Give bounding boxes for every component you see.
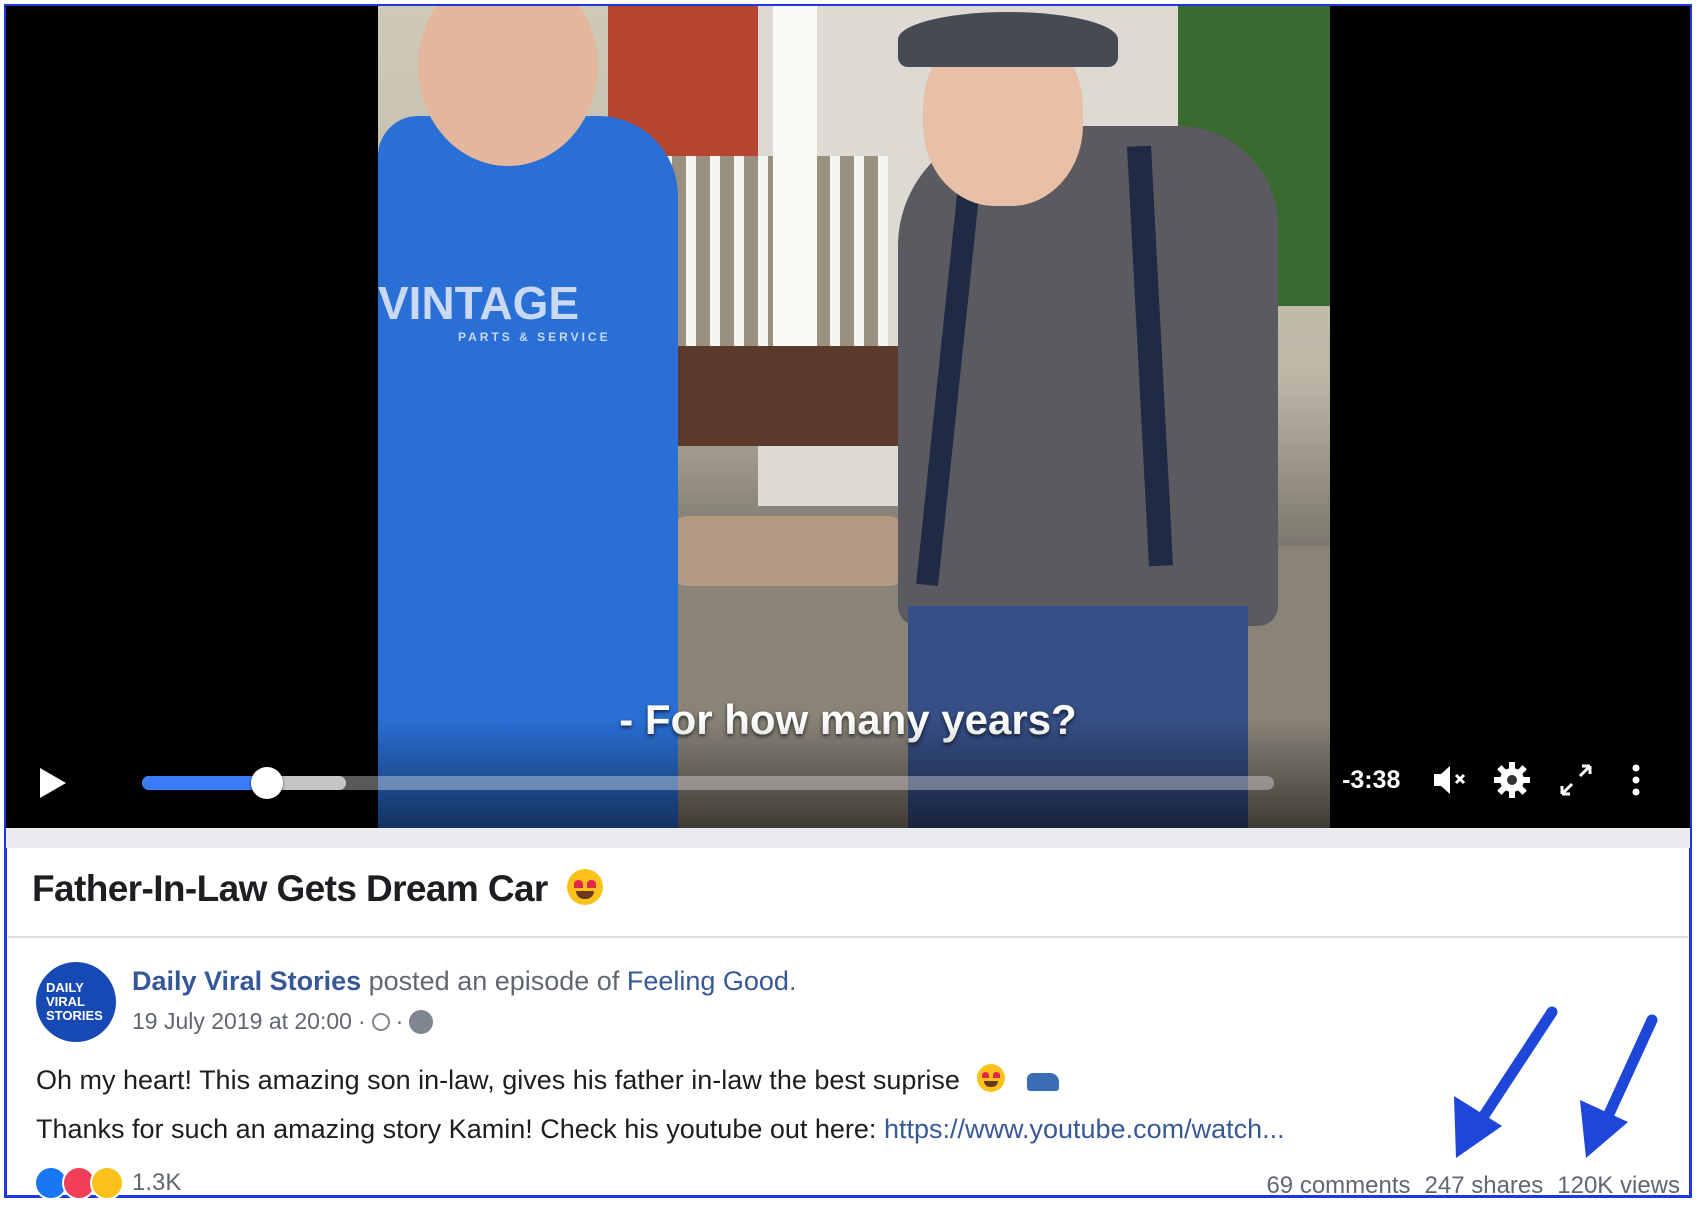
- video-controls: -3:38: [6, 718, 1690, 828]
- reaction-count: 1.3K: [132, 1169, 182, 1196]
- video-player[interactable]: VINTAGE PARTS & SERVICE - For how many y…: [6, 6, 1690, 828]
- cap: [898, 12, 1118, 67]
- globe-icon[interactable]: [409, 1009, 434, 1034]
- play-icon[interactable]: [40, 768, 66, 798]
- episode-title-text: Father-In-Law Gets Dream Car: [32, 868, 548, 909]
- page-avatar[interactable]: DAILY VIRAL STORIES: [36, 962, 116, 1042]
- porch-base: [678, 346, 928, 446]
- clock-icon: [371, 1012, 390, 1031]
- youtube-link[interactable]: https://www.youtube.com/watch...: [884, 1114, 1285, 1144]
- heart-eyes-emoji-icon: [977, 1064, 1006, 1092]
- author-link[interactable]: Daily Viral Stories: [132, 966, 361, 996]
- comments-count[interactable]: 69 comments: [1266, 1172, 1410, 1200]
- wow-reaction-icon: [90, 1166, 124, 1200]
- author-line: Daily Viral Stories posted an episode of…: [132, 966, 796, 997]
- reactions-summary[interactable]: 1.3K: [34, 1166, 181, 1200]
- rocks: [668, 516, 908, 586]
- mute-icon[interactable]: [1428, 758, 1472, 802]
- car-emoji-icon: [1026, 1073, 1059, 1091]
- engagement-stats: 69 comments 247 shares 120K views: [1266, 1172, 1680, 1200]
- annotation-arrow-shares-icon: [1454, 1006, 1558, 1158]
- section-divider: [6, 828, 1690, 848]
- post-meta: 19 July 2019 at 20:00 · ·: [132, 1008, 434, 1035]
- views-count: 120K views: [1557, 1172, 1680, 1199]
- episode-title: Father-In-Law Gets Dream Car: [32, 868, 604, 910]
- meta-separator: ·: [357, 1008, 366, 1034]
- porch-pillar: [773, 6, 817, 366]
- show-link[interactable]: Feeling Good: [627, 966, 789, 996]
- gear-icon[interactable]: [1490, 758, 1534, 802]
- shirt-logo-subtext: PARTS & SERVICE: [458, 330, 611, 344]
- heart-eyes-emoji-icon: [567, 869, 604, 905]
- shirt-logo-text: VINTAGE: [378, 277, 580, 329]
- more-options-icon[interactable]: [1614, 758, 1658, 802]
- post-date[interactable]: 19 July 2019 at 20:00: [132, 1008, 352, 1035]
- post-text-line-2: Thanks for such an amazing story Kamin! …: [36, 1114, 1285, 1145]
- annotation-arrow-views-icon: [1580, 1014, 1658, 1158]
- played-bar: [142, 776, 267, 790]
- post-text-line-1: Oh my heart! This amazing son in-law, gi…: [36, 1064, 1059, 1096]
- posted-text: posted an episode of: [361, 966, 627, 996]
- post-text: Thanks for such an amazing story Kamin! …: [36, 1114, 884, 1144]
- avatar-line: STORIES: [46, 1008, 103, 1023]
- avatar-line: DAILY: [46, 980, 84, 995]
- time-remaining: -3:38: [1342, 766, 1401, 794]
- show-suffix: .: [788, 966, 797, 996]
- scrubber-handle[interactable]: [250, 767, 283, 799]
- post-text: Oh my heart! This amazing son in-law, gi…: [36, 1065, 960, 1095]
- shares-count[interactable]: 247 shares: [1425, 1172, 1544, 1200]
- shirt-logo: VINTAGE PARTS & SERVICE: [378, 276, 628, 366]
- fullscreen-icon[interactable]: [1554, 758, 1598, 802]
- progress-track[interactable]: [142, 767, 1274, 799]
- avatar-line: VIRAL: [46, 994, 85, 1009]
- meta-separator: ·: [395, 1008, 404, 1034]
- title-divider: [8, 936, 1688, 938]
